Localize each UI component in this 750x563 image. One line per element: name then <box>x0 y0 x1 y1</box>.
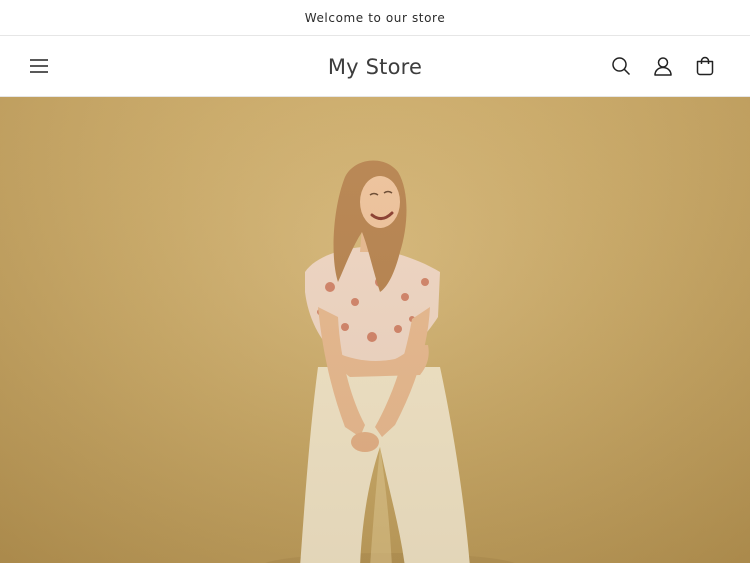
search-icon <box>612 57 631 76</box>
account-button[interactable] <box>648 51 678 81</box>
announcement-bar: Welcome to our store <box>0 0 750 36</box>
search-button[interactable] <box>606 51 636 81</box>
account-icon <box>654 57 672 76</box>
cart-button[interactable] <box>690 51 720 81</box>
cart-icon <box>696 56 714 76</box>
site-header: My Store <box>0 36 750 97</box>
hero-banner <box>0 97 750 563</box>
hero-image <box>265 160 515 563</box>
announcement-text: Welcome to our store <box>304 10 446 25</box>
store-logo-link[interactable]: My Store <box>328 55 422 79</box>
header-icons <box>606 51 720 81</box>
